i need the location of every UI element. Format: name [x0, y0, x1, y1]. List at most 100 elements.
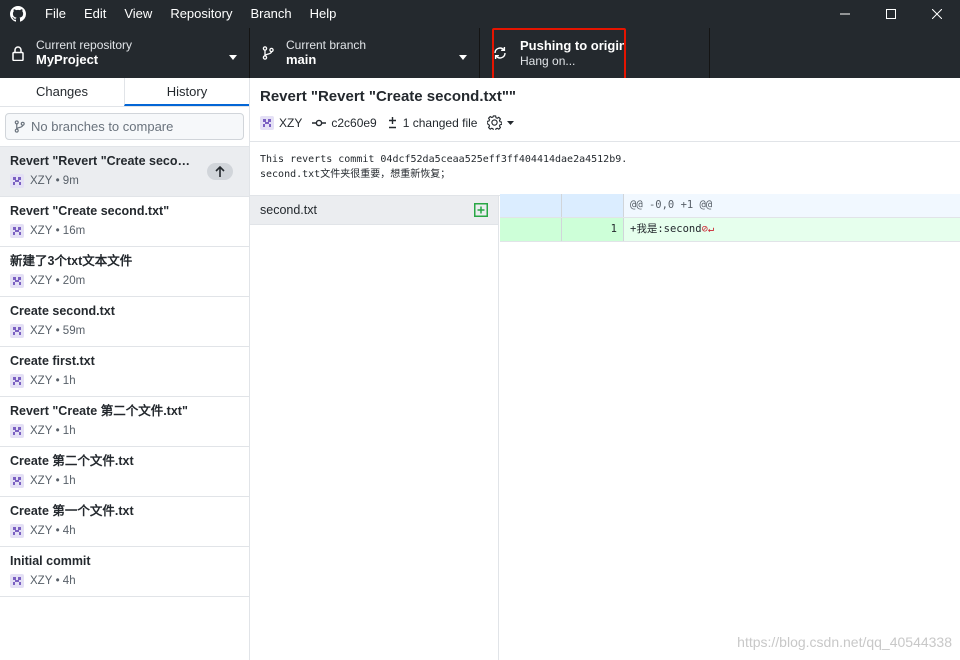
repository-label: Current repository [36, 38, 133, 52]
old-line-gutter [500, 194, 562, 217]
commit-list-item[interactable]: Create first.txt XZY • 1h [0, 347, 249, 397]
no-newline-icon: ⊘↵ [701, 223, 715, 235]
new-line-gutter [562, 194, 624, 217]
menu-edit[interactable]: Edit [75, 0, 115, 28]
commit-time: 9m [62, 175, 79, 187]
avatar [10, 224, 24, 238]
changed-files-list: second.txt [250, 196, 499, 660]
menu-bar: File Edit View Repository Branch Help [36, 0, 345, 28]
file-list-item[interactable]: second.txt [250, 196, 498, 225]
branch-label: Current branch [286, 38, 367, 52]
changed-files-count: 1 changed file [402, 115, 478, 130]
diff-icon [388, 117, 396, 129]
gear-icon [487, 115, 503, 130]
close-icon[interactable] [914, 0, 960, 28]
commit-title: Create second.txt [10, 304, 115, 318]
window-controls [822, 0, 960, 28]
commit-meta: XZY • 16m [10, 224, 239, 238]
commit-author: XZY [30, 325, 53, 337]
separator: • [52, 325, 63, 337]
commit-header: Revert "Revert "Create second.txt"" XZY … [250, 78, 960, 142]
avatar [10, 174, 24, 188]
diff-view: @@ -0,0 +1 @@ 1 +我是:second⊘↵ [500, 194, 960, 242]
arrow-up-icon [207, 163, 233, 180]
minimize-icon[interactable] [822, 0, 868, 28]
separator: • [52, 475, 63, 487]
commit-sha[interactable]: c2c60e9 [331, 116, 376, 130]
commit-time: 59m [62, 325, 86, 337]
commit-author: XZY [30, 225, 53, 237]
repository-name: MyProject [36, 52, 99, 67]
commit-meta: XZY • 59m [10, 324, 239, 338]
toolbar: Current repository MyProject Current bra… [0, 28, 960, 78]
commit-author: XZY [30, 475, 53, 487]
old-line-gutter [500, 218, 562, 241]
commit-title: Revert "Revert "Create second.txt"" [10, 154, 195, 168]
commit-time: 1h [62, 375, 76, 387]
commit-meta: XZY • 9m [10, 174, 239, 188]
avatar [10, 274, 24, 288]
commit-body-line: second.txt文件夹很重要，想重新恢复； [260, 169, 451, 180]
settings-menu[interactable] [487, 115, 519, 130]
file-added-icon [474, 203, 488, 217]
push-status-title: Pushing to origin [520, 38, 627, 53]
avatar [10, 524, 24, 538]
avatar [10, 574, 24, 588]
sync-icon [480, 45, 516, 61]
menu-file[interactable]: File [36, 0, 75, 28]
hunk-header-text: @@ -0,0 +1 @@ [624, 194, 960, 217]
lock-icon [0, 45, 36, 61]
menu-branch[interactable]: Branch [241, 0, 300, 28]
commit-list-item[interactable]: Revert "Create 第二个文件.txt" XZY • 1h [0, 397, 249, 447]
new-line-number: 1 [562, 218, 624, 241]
commit-list-item[interactable]: Revert "Revert "Create second.txt"" XZY •… [0, 147, 249, 197]
commit-author: XZY [279, 115, 303, 130]
maximize-icon[interactable] [868, 0, 914, 28]
separator: • [52, 425, 63, 437]
avatar [10, 374, 24, 388]
tab-changes[interactable]: Changes [0, 78, 124, 106]
commit-time: 16m [62, 225, 86, 237]
commit-meta: XZY • 1h [10, 424, 239, 438]
branch-compare-input[interactable]: No branches to compare [5, 113, 244, 140]
menu-help[interactable]: Help [301, 0, 346, 28]
avatar [260, 115, 274, 130]
caret-down-icon [507, 120, 515, 125]
commit-time: 1h [62, 475, 76, 487]
commit-list-item[interactable]: Revert "Create second.txt" XZY • 16m [0, 197, 249, 247]
commit-list-item[interactable]: Create 第一个文件.txt XZY • 4h [0, 497, 249, 547]
commit-list-item[interactable]: Initial commit XZY • 4h [0, 547, 249, 597]
commit-list-item[interactable]: 新建了3个txt文本文件 XZY • 20m [0, 247, 249, 297]
push-origin-button[interactable]: Pushing to origin Hang on... [480, 28, 710, 78]
menu-view[interactable]: View [115, 0, 161, 28]
avatar [10, 324, 24, 338]
commit-title: 新建了3个txt文本文件 [10, 254, 133, 268]
added-line-content: +我是:second⊘↵ [624, 218, 960, 241]
separator: • [52, 225, 63, 237]
commit-meta: XZY • 1h [10, 474, 239, 488]
commit-list: Revert "Revert "Create second.txt"" XZY •… [0, 146, 249, 597]
sidebar-tabs: Changes History [0, 78, 249, 107]
added-line-text: +我是:second [630, 223, 702, 235]
avatar [10, 474, 24, 488]
branch-name: main [286, 52, 317, 67]
commit-author: XZY [30, 575, 53, 587]
commit-list-item[interactable]: Create 第二个文件.txt XZY • 1h [0, 447, 249, 497]
commit-author: XZY [30, 275, 53, 287]
commit-body-line: This reverts commit 04dcf52da5ceaa525eff… [260, 154, 628, 165]
commit-title: Initial commit [10, 554, 91, 568]
commit-list-item[interactable]: Create second.txt XZY • 59m [0, 297, 249, 347]
commit-meta: XZY • 20m [10, 274, 239, 288]
diff-added-line[interactable]: 1 +我是:second⊘↵ [500, 218, 960, 242]
current-repository-button[interactable]: Current repository MyProject [0, 28, 250, 78]
commit-time: 4h [62, 525, 76, 537]
commit-title: Create 第一个文件.txt [10, 504, 134, 518]
commit-icon [312, 119, 327, 126]
commit-time: 1h [62, 425, 76, 437]
current-branch-button[interactable]: Current branch main [250, 28, 480, 78]
menu-repository[interactable]: Repository [161, 0, 241, 28]
commit-title: Revert "Create second.txt" [10, 204, 170, 218]
tab-history[interactable]: History [124, 78, 249, 106]
commit-title: Revert "Create 第二个文件.txt" [10, 404, 188, 418]
caret-down-icon [459, 49, 467, 63]
